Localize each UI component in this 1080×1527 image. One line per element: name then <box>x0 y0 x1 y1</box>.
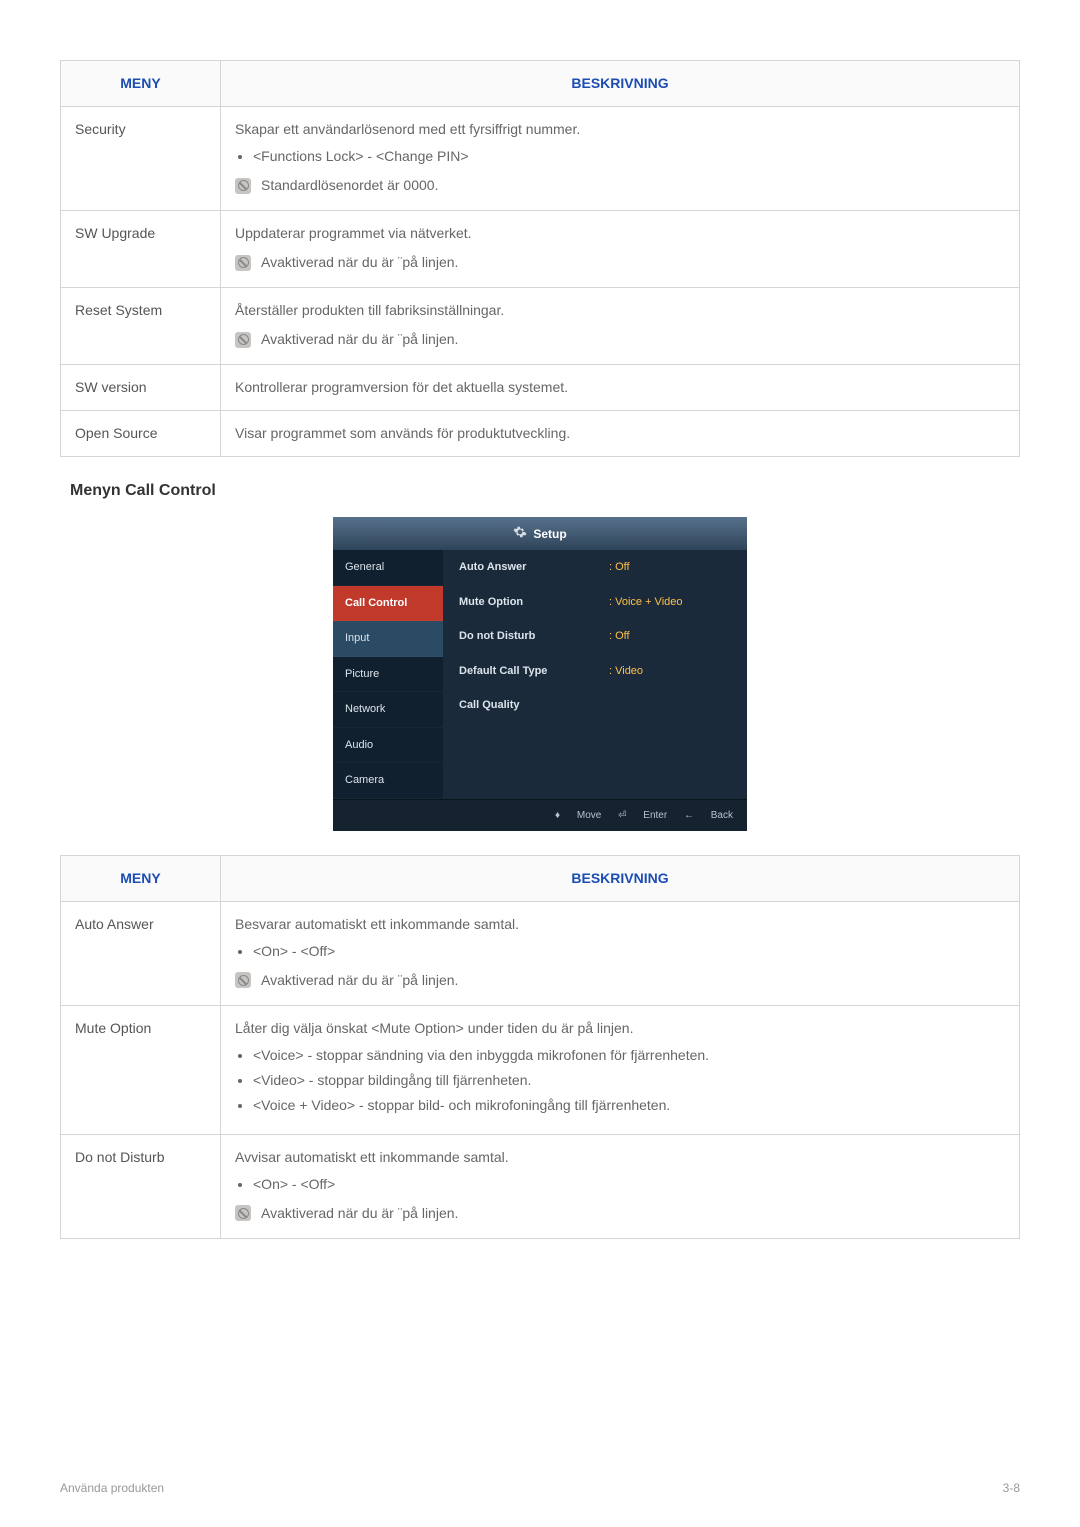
table-call-control: MENY BESKRIVNING Auto Answer Besvarar au… <box>60 855 1020 1239</box>
setup-row[interactable]: Mute Option: Voice + Video <box>443 585 747 620</box>
sidebar-item-picture[interactable]: Picture <box>333 657 443 693</box>
setup-row[interactable]: Auto Answer: Off <box>443 550 747 585</box>
bullet-item: <On> - <Off> <box>253 1174 1005 1195</box>
setup-row[interactable]: Call Quality <box>443 688 747 723</box>
desc-cell: Visar programmet som används för produkt… <box>221 411 1020 457</box>
desc-cell: Låter dig välja önskat <Mute Option> und… <box>221 1005 1020 1134</box>
bullet-item: <Video> - stoppar bildingång till fjärre… <box>253 1070 1005 1091</box>
setup-label: Auto Answer <box>459 559 609 576</box>
desc-text: Uppdaterar programmet via nätverket. <box>235 223 1005 244</box>
bullet-item: <Voice + Video> - stoppar bild- och mikr… <box>253 1095 1005 1116</box>
section-heading: Menyn Call Control <box>70 479 1020 503</box>
menu-cell: Reset System <box>61 288 221 365</box>
bullet-item: <On> - <Off> <box>253 941 1005 962</box>
menu-cell: Open Source <box>61 411 221 457</box>
footer-right: 3-8 <box>1003 1479 1020 1497</box>
sidebar-item-network[interactable]: Network <box>333 692 443 728</box>
setup-row[interactable]: Default Call Type: Video <box>443 654 747 689</box>
setup-main: Auto Answer: Off Mute Option: Voice + Vi… <box>443 550 747 799</box>
note-text: Standardlösenordet är 0000. <box>261 175 438 196</box>
disabled-icon <box>235 972 251 988</box>
setup-value: : Voice + Video <box>609 594 683 611</box>
menu-cell: Security <box>61 107 221 211</box>
hint-move: ♦ Move <box>555 810 601 821</box>
hint-enter: ⏎ Enter <box>618 810 667 821</box>
disabled-icon <box>235 1205 251 1221</box>
note-text: Avaktiverad när du är ¨på linjen. <box>261 1203 458 1224</box>
setup-sidebar: General Call Control Input Picture Netwo… <box>333 550 443 799</box>
footer-left: Använda produkten <box>60 1479 164 1497</box>
table-system-menu: MENY BESKRIVNING Security Skapar ett anv… <box>60 60 1020 457</box>
table-row: SW version Kontrollerar programversion f… <box>61 365 1020 411</box>
setup-panel: Setup General Call Control Input Picture… <box>333 517 747 831</box>
table-row: Auto Answer Besvarar automatiskt ett ink… <box>61 901 1020 1005</box>
table-row: Reset System Återställer produkten till … <box>61 288 1020 365</box>
note-text: Avaktiverad när du är ¨på linjen. <box>261 329 458 350</box>
desc-text: Besvarar automatiskt ett inkommande samt… <box>235 914 1005 935</box>
table-row: Open Source Visar programmet som används… <box>61 411 1020 457</box>
setup-value: : Off <box>609 628 630 645</box>
table-row: SW Upgrade Uppdaterar programmet via nät… <box>61 211 1020 288</box>
disabled-icon <box>235 178 251 194</box>
sidebar-item-audio[interactable]: Audio <box>333 728 443 764</box>
desc-cell: Uppdaterar programmet via nätverket. Ava… <box>221 211 1020 288</box>
setup-title-bar: Setup <box>333 517 747 550</box>
setup-value: : Off <box>609 559 630 576</box>
note-text: Avaktiverad när du är ¨på linjen. <box>261 970 458 991</box>
bullet-item: <Voice> - stoppar sändning via den inbyg… <box>253 1045 1005 1066</box>
col-header-menu: MENY <box>61 61 221 107</box>
gear-icon <box>513 525 527 544</box>
desc-text: Avvisar automatiskt ett inkommande samta… <box>235 1147 1005 1168</box>
menu-cell: SW version <box>61 365 221 411</box>
setup-value: : Video <box>609 663 643 680</box>
setup-label: Default Call Type <box>459 663 609 680</box>
disabled-icon <box>235 332 251 348</box>
hint-back: ← Back <box>684 810 733 821</box>
col-header-desc: BESKRIVNING <box>221 855 1020 901</box>
setup-label: Do not Disturb <box>459 628 609 645</box>
col-header-menu: MENY <box>61 855 221 901</box>
desc-text: Låter dig välja önskat <Mute Option> und… <box>235 1018 1005 1039</box>
setup-title-text: Setup <box>533 527 566 541</box>
desc-cell: Avvisar automatiskt ett inkommande samta… <box>221 1134 1020 1238</box>
desc-cell: Återställer produkten till fabriksinstäl… <box>221 288 1020 365</box>
menu-cell: Mute Option <box>61 1005 221 1134</box>
disabled-icon <box>235 255 251 271</box>
sidebar-item-input[interactable]: Input <box>333 621 443 657</box>
desc-cell: Kontrollerar programversion för det aktu… <box>221 365 1020 411</box>
note-text: Avaktiverad när du är ¨på linjen. <box>261 252 458 273</box>
menu-cell: SW Upgrade <box>61 211 221 288</box>
desc-text: Återställer produkten till fabriksinstäl… <box>235 300 1005 321</box>
desc-text: Skapar ett användarlösenord med ett fyrs… <box>235 119 1005 140</box>
sidebar-item-call-control[interactable]: Call Control <box>333 586 443 622</box>
setup-label: Call Quality <box>459 697 609 714</box>
table-row: Mute Option Låter dig välja önskat <Mute… <box>61 1005 1020 1134</box>
menu-cell: Auto Answer <box>61 901 221 1005</box>
menu-cell: Do not Disturb <box>61 1134 221 1238</box>
sidebar-item-general[interactable]: General <box>333 550 443 586</box>
col-header-desc: BESKRIVNING <box>221 61 1020 107</box>
bullet-item: <Functions Lock> - <Change PIN> <box>253 146 1005 167</box>
setup-label: Mute Option <box>459 594 609 611</box>
setup-footer: ♦ Move ⏎ Enter ← Back <box>333 799 747 831</box>
setup-row[interactable]: Do not Disturb: Off <box>443 619 747 654</box>
table-row: Security Skapar ett användarlösenord med… <box>61 107 1020 211</box>
desc-cell: Skapar ett användarlösenord med ett fyrs… <box>221 107 1020 211</box>
sidebar-item-camera[interactable]: Camera <box>333 763 443 799</box>
table-row: Do not Disturb Avvisar automatiskt ett i… <box>61 1134 1020 1238</box>
desc-cell: Besvarar automatiskt ett inkommande samt… <box>221 901 1020 1005</box>
